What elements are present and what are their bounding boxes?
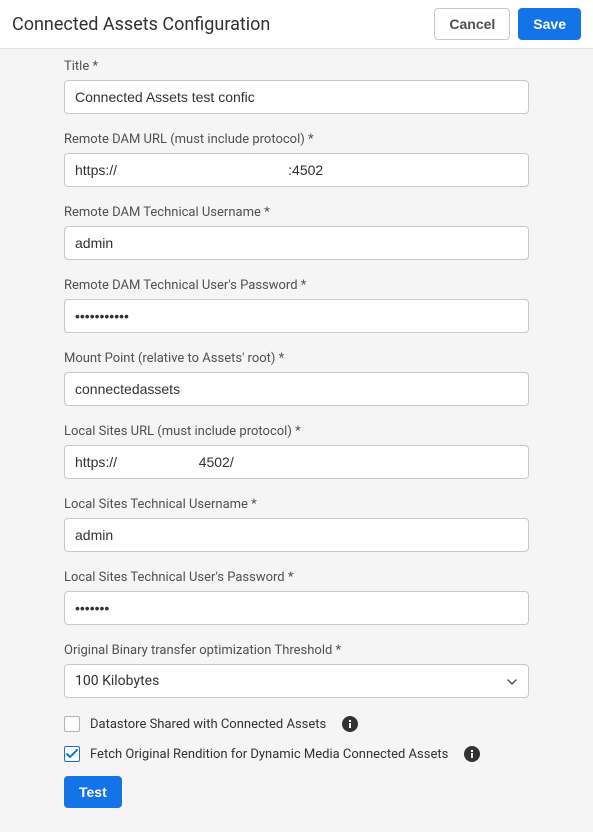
field-local-user: Local Sites Technical Username * xyxy=(64,497,529,552)
datastore-checkbox[interactable] xyxy=(64,716,80,732)
remote-user-label: Remote DAM Technical Username * xyxy=(64,205,529,220)
field-local-pw: Local Sites Technical User's Password * xyxy=(64,570,529,625)
form-area: Title * Remote DAM URL (must include pro… xyxy=(0,49,593,832)
local-url-label: Local Sites URL (must include protocol) … xyxy=(64,424,529,439)
page-title: Connected Assets Configuration xyxy=(12,14,434,35)
local-pw-label: Local Sites Technical User's Password * xyxy=(64,570,529,585)
local-user-label: Local Sites Technical Username * xyxy=(64,497,529,512)
remote-user-input[interactable] xyxy=(64,226,529,260)
remote-url-label: Remote DAM URL (must include protocol) * xyxy=(64,132,529,147)
threshold-select[interactable]: 100 Kilobytes xyxy=(64,664,529,698)
field-remote-pw: Remote DAM Technical User's Password * xyxy=(64,278,529,333)
fetch-checkbox-label: Fetch Original Rendition for Dynamic Med… xyxy=(90,747,448,762)
field-remote-user: Remote DAM Technical Username * xyxy=(64,205,529,260)
fetch-checkbox[interactable] xyxy=(64,746,80,762)
header-bar: Connected Assets Configuration Cancel Sa… xyxy=(0,0,593,49)
info-icon[interactable] xyxy=(464,746,480,762)
save-button[interactable]: Save xyxy=(518,8,581,40)
field-remote-url: Remote DAM URL (must include protocol) * xyxy=(64,132,529,187)
test-button[interactable]: Test xyxy=(64,776,122,808)
checkbox-row-datastore: Datastore Shared with Connected Assets xyxy=(64,716,529,732)
remote-pw-input[interactable] xyxy=(64,299,529,333)
test-row: Test xyxy=(64,776,529,808)
threshold-value: 100 Kilobytes xyxy=(75,673,159,689)
title-input[interactable] xyxy=(64,80,529,114)
local-url-input[interactable] xyxy=(64,445,529,479)
local-pw-input[interactable] xyxy=(64,591,529,625)
field-mount: Mount Point (relative to Assets' root) * xyxy=(64,351,529,406)
info-icon[interactable] xyxy=(342,716,358,732)
header-actions: Cancel Save xyxy=(434,8,581,40)
remote-pw-label: Remote DAM Technical User's Password * xyxy=(64,278,529,293)
remote-url-input[interactable] xyxy=(64,153,529,187)
local-user-input[interactable] xyxy=(64,518,529,552)
datastore-checkbox-label: Datastore Shared with Connected Assets xyxy=(90,717,326,732)
title-label: Title * xyxy=(64,59,529,74)
mount-input[interactable] xyxy=(64,372,529,406)
field-threshold: Original Binary transfer optimization Th… xyxy=(64,643,529,698)
field-title: Title * xyxy=(64,59,529,114)
checkbox-row-fetch: Fetch Original Rendition for Dynamic Med… xyxy=(64,746,529,762)
threshold-label: Original Binary transfer optimization Th… xyxy=(64,643,529,658)
mount-label: Mount Point (relative to Assets' root) * xyxy=(64,351,529,366)
field-local-url: Local Sites URL (must include protocol) … xyxy=(64,424,529,479)
cancel-button[interactable]: Cancel xyxy=(434,8,510,40)
